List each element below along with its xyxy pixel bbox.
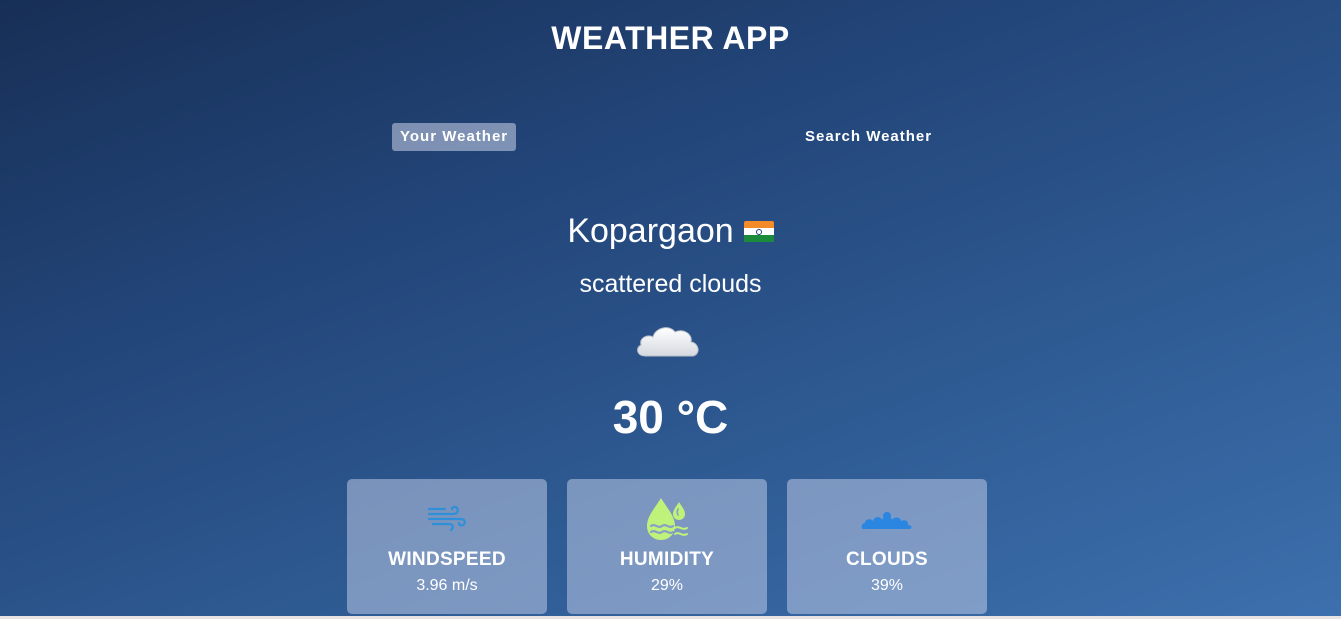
clouds-card: CLOUDS 39% [787,479,987,614]
stats-cards: WINDSPEED 3.96 m/s HUMIDITY 29% CLOUDS 3… [347,479,987,614]
clouds-label: CLOUDS [845,549,929,570]
humidity-label: HUMIDITY [619,549,715,570]
cloud-icon [637,327,699,357]
humidity-card: HUMIDITY 29% [567,479,767,614]
india-flag-icon [743,220,774,243]
wind-icon [421,497,473,541]
humidity-value: 29% [650,577,684,594]
humidity-icon [641,497,693,541]
windspeed-label: WINDSPEED [388,549,506,570]
clouds-value: 39% [870,577,904,594]
windspeed-card: WINDSPEED 3.96 m/s [347,479,547,614]
city-heading: Kopargaon [0,212,1341,251]
temperature: 30 °C [612,391,729,443]
weather-description: scattered clouds [579,270,762,298]
windspeed-value: 3.96 m/s [416,577,478,594]
city-name: Kopargaon [567,212,734,250]
tab-your-weather[interactable]: Your Weather [392,123,517,151]
tab-search-weather[interactable]: Search Weather [797,123,940,151]
clouds-icon [861,497,913,541]
app-title: WEATHER APP [551,20,790,56]
